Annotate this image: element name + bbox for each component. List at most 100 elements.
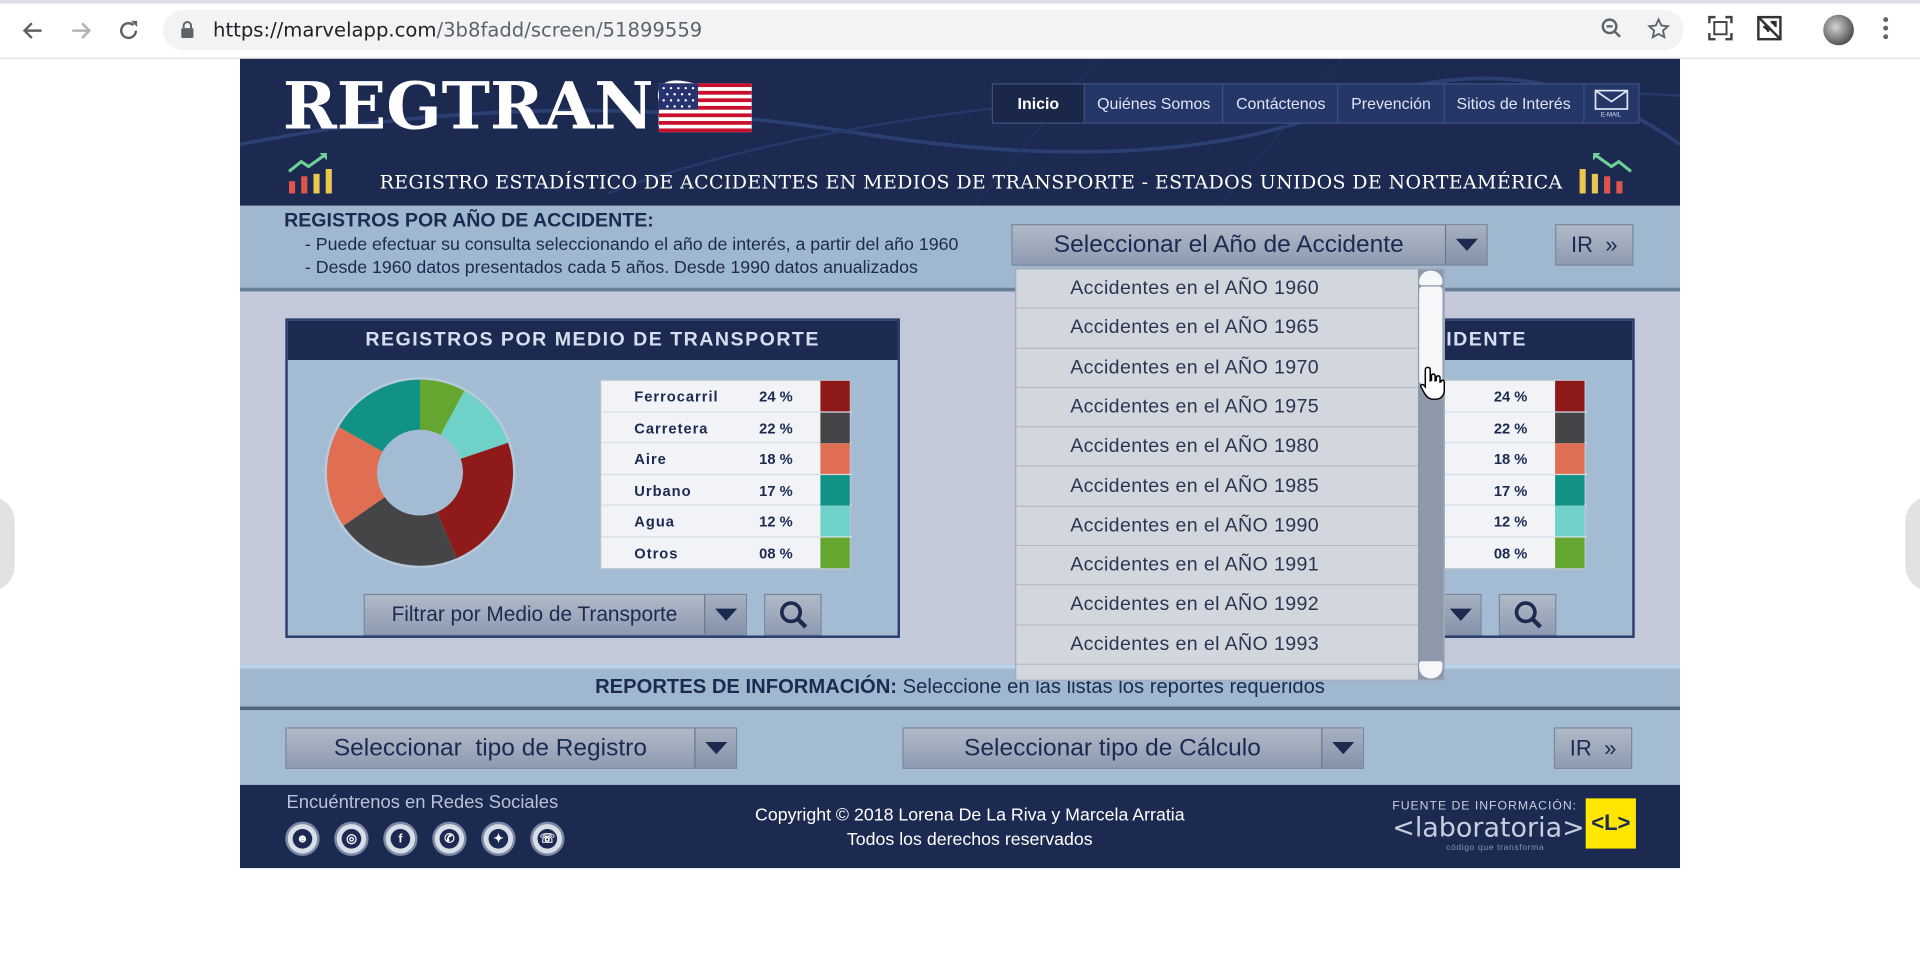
next-screen-button[interactable] <box>1905 495 1920 592</box>
year-section-title: REGISTROS POR AÑO DE ACCIDENTE: <box>284 210 654 232</box>
back-icon[interactable] <box>16 13 50 47</box>
year-option[interactable]: Accidentes en el AÑO 1991 <box>1016 546 1418 586</box>
year-option-label: Accidentes en el AÑO 1980 <box>1070 436 1320 457</box>
hand-cursor-icon <box>1419 366 1446 400</box>
chevron-down-icon[interactable] <box>704 595 746 635</box>
instagram-icon[interactable]: ◎ <box>334 821 369 856</box>
legend-row: Urbano 17 % <box>601 474 853 506</box>
legend-row: Aire 18 % <box>601 443 853 475</box>
chevron-down-icon[interactable] <box>694 728 736 768</box>
accident-type-search-button[interactable] <box>1498 593 1557 636</box>
nav-sitios-de-interes[interactable]: Sitios de Interés <box>1444 84 1585 123</box>
twitter-icon[interactable]: ✦ <box>481 821 516 856</box>
year-section-note-2: - Desde 1960 datos presentados cada 5 añ… <box>304 258 918 278</box>
legend-swatch <box>1555 474 1585 506</box>
extension-icon[interactable] <box>1753 15 1785 47</box>
laboratoria-logo[interactable]: <laboratoria> <box>1392 813 1584 844</box>
menu-kebab-icon[interactable] <box>1878 13 1893 45</box>
year-option[interactable]: Accidentes en el AÑO 1992 <box>1016 585 1418 626</box>
transport-search-button[interactable] <box>764 593 822 636</box>
legend-pct: 22 % <box>1493 419 1528 437</box>
mail-icon <box>1594 89 1628 110</box>
legend-name: Aire <box>634 450 667 468</box>
legend-row: Otros 08 % <box>601 536 852 568</box>
reports-go-button[interactable]: IR » <box>1553 727 1633 769</box>
profile-avatar[interactable] <box>1823 14 1854 46</box>
snapchat-icon[interactable]: ☻ <box>285 821 320 856</box>
registro-type-label: Seleccionar tipo de Registro <box>333 734 647 762</box>
year-option[interactable]: Accidentes en el AÑO 1985 <box>1016 467 1418 507</box>
bookmark-star-icon[interactable] <box>1644 17 1671 44</box>
chevron-down-icon[interactable] <box>1321 728 1363 768</box>
nav-email[interactable]: E-MAIL <box>1584 84 1638 122</box>
year-option-label: Accidentes en el AÑO 1992 <box>1070 594 1320 616</box>
search-icon <box>1514 601 1542 629</box>
phone-icon[interactable]: ☏ <box>530 821 565 856</box>
top-navigation: Inicio Quiénes Somos Contáctenos Prevenc… <box>991 83 1640 124</box>
legend-name: Urbano <box>634 481 692 499</box>
year-section-note-1: - Puede efectuar su consulta seleccionan… <box>304 235 959 255</box>
transport-filter-select[interactable]: Filtrar por Medio de Transporte <box>363 593 747 636</box>
year-option-label: Accidentes en el AÑO 1975 <box>1070 396 1320 418</box>
year-option[interactable]: Accidentes en el AÑO 1990 <box>1016 506 1418 547</box>
laboratoria-badge[interactable]: <L> <box>1585 798 1636 849</box>
reload-icon[interactable] <box>111 13 145 47</box>
year-dropdown-list[interactable]: Accidentes en el AÑO 1960 Accidentes en … <box>1015 268 1445 681</box>
year-go-button[interactable]: IR » <box>1555 224 1634 266</box>
dropdown-scrollbar[interactable] <box>1417 269 1444 680</box>
site-logo[interactable]: REGTRANS <box>283 69 701 145</box>
zoom-icon[interactable] <box>1598 17 1625 44</box>
facebook-icon[interactable]: f <box>383 821 418 856</box>
year-option[interactable]: Accidentes en el AÑO 1965 <box>1016 308 1418 349</box>
year-option[interactable]: Accidentes en el AÑO 1975 <box>1016 388 1418 428</box>
calculo-type-select[interactable]: Seleccionar tipo de Cálculo <box>902 727 1365 769</box>
forward-icon[interactable] <box>64 13 98 47</box>
browser-toolbar: https://marvelapp.com/3b8fadd/screen/518… <box>0 0 1920 59</box>
legend-swatch <box>820 474 850 506</box>
reports-go-label: IR <box>1569 735 1592 760</box>
nav-quienes-somos[interactable]: Quiénes Somos <box>1085 84 1224 123</box>
screen-capture-icon[interactable] <box>1704 15 1736 47</box>
chevron-down-icon[interactable] <box>1438 595 1481 635</box>
legend-pct: 17 % <box>1493 481 1528 499</box>
nav-contactenos[interactable]: Contáctenos <box>1224 84 1339 123</box>
site-header: REGTRANS Inicio Quiénes Somos Contácteno… <box>240 58 1681 206</box>
legend-pct: 08 % <box>1493 544 1528 562</box>
address-bar[interactable]: https://marvelapp.com/3b8fadd/screen/518… <box>162 9 1684 51</box>
year-option-label: Accidentes en el AÑO 1985 <box>1070 475 1320 497</box>
site-tagline: REGISTRO ESTADÍSTICO DE ACCIDENTES EN ME… <box>379 171 1563 194</box>
transport-panel: REGISTROS POR MEDIO DE TRANSPORTE Ferroc… <box>285 318 901 638</box>
scroll-up-icon[interactable] <box>1419 270 1443 286</box>
url-text: https://marvelapp.com/3b8fadd/screen/518… <box>213 18 703 42</box>
double-chevron-right-icon: » <box>1605 232 1618 257</box>
legend-pct: 24 % <box>759 388 793 406</box>
year-select[interactable]: Seleccionar el Año de Accidente <box>1011 224 1488 266</box>
whatsapp-icon[interactable]: ✆ <box>432 821 467 856</box>
laboratoria-tagline: código que transforma <box>1446 843 1545 853</box>
reports-bar: REPORTES DE INFORMACIÓN: Seleccione en l… <box>240 664 1681 711</box>
transport-legend: Ferrocarril 24 % Carretera 22 % Aire 18 % U… <box>600 379 853 570</box>
scroll-down-icon[interactable] <box>1419 661 1443 679</box>
year-option[interactable]: Accidentes en el AÑO 1980 <box>1016 427 1418 468</box>
nav-inicio[interactable]: Inicio <box>993 84 1085 123</box>
year-option[interactable]: Accidentes en el AÑO 1970 <box>1016 348 1418 389</box>
chevron-down-icon[interactable] <box>1444 225 1487 265</box>
nav-prevencion[interactable]: Prevención <box>1339 84 1445 123</box>
year-option[interactable]: Accidentes en el AÑO 1960 <box>1016 269 1418 309</box>
legend-swatch <box>1555 505 1585 537</box>
double-chevron-right-icon: » <box>1604 735 1617 760</box>
stats-bars-icon-left <box>288 153 332 194</box>
mail-label: E-MAIL <box>1600 110 1622 119</box>
prev-screen-button[interactable] <box>0 495 15 592</box>
legend-pct: 12 % <box>759 513 793 531</box>
legend-name: Carretera <box>634 419 709 437</box>
year-option-label: Accidentes en el AÑO 1990 <box>1070 515 1320 537</box>
transport-donut-chart <box>324 377 516 569</box>
stats-bars-icon-right <box>1579 153 1632 194</box>
year-option[interactable]: Accidentes en el AÑO 1993 <box>1016 625 1418 665</box>
registro-type-select[interactable]: Seleccionar tipo de Registro <box>285 727 738 769</box>
legend-swatch <box>820 505 850 537</box>
legend-pct: 24 % <box>1493 388 1528 406</box>
year-go-label: IR <box>1571 232 1594 257</box>
year-option[interactable] <box>1016 664 1418 680</box>
